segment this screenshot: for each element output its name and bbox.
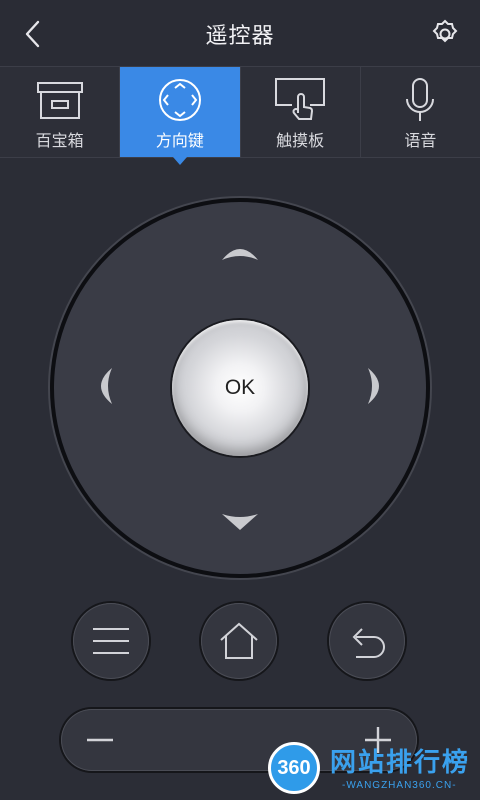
home-icon	[220, 622, 258, 659]
left-button[interactable]	[94, 366, 114, 406]
right-button[interactable]	[366, 366, 386, 406]
tab-label: 百宝箱	[35, 131, 84, 150]
direction-pad-icon	[158, 79, 201, 121]
direction-pad: OK	[50, 198, 430, 578]
watermark: 360 网站排行榜 -WANGZHAN360.CN-	[266, 736, 480, 800]
down-button[interactable]	[220, 510, 260, 532]
tab-label: 语音	[404, 131, 437, 150]
home-button[interactable]	[201, 603, 277, 679]
ok-button[interactable]: OK	[172, 320, 308, 456]
tab-voice[interactable]: 语音	[361, 67, 480, 157]
arrow-right-icon	[368, 368, 379, 404]
ok-label: OK	[224, 376, 256, 399]
touchpad-icon	[275, 78, 326, 120]
up-button[interactable]	[220, 242, 260, 262]
tab-direction-keys[interactable]: 方向键	[120, 67, 241, 165]
tab-label: 方向键	[155, 131, 204, 150]
microphone-icon	[406, 78, 435, 121]
mode-tabs: 百宝箱 方向键 触摸板 语音	[0, 66, 480, 165]
tab-toolbox[interactable]: 百宝箱	[0, 67, 121, 157]
active-tab-pointer	[172, 157, 187, 165]
watermark-title: 网站排行榜	[330, 748, 471, 778]
header-bar: 遥控器	[0, 0, 480, 66]
tab-touchpad[interactable]: 触摸板	[241, 67, 361, 157]
undo-back-icon	[352, 628, 385, 658]
watermark-badge: 360	[268, 742, 320, 794]
box-icon	[36, 82, 83, 119]
return-button[interactable]	[329, 603, 405, 679]
tab-label: 触摸板	[276, 131, 325, 150]
watermark-subtitle: -WANGZHAN360.CN-	[342, 780, 457, 791]
arrow-left-icon	[101, 368, 112, 404]
gear-icon	[432, 19, 458, 43]
menu-button[interactable]	[73, 603, 149, 679]
arrow-up-icon	[222, 249, 258, 260]
arrow-down-icon	[222, 514, 258, 530]
menu-icon	[93, 628, 129, 654]
settings-button[interactable]	[428, 17, 462, 51]
volume-down-button[interactable]	[85, 727, 115, 753]
minus-icon	[87, 738, 113, 742]
page-title: 遥控器	[205, 24, 275, 49]
